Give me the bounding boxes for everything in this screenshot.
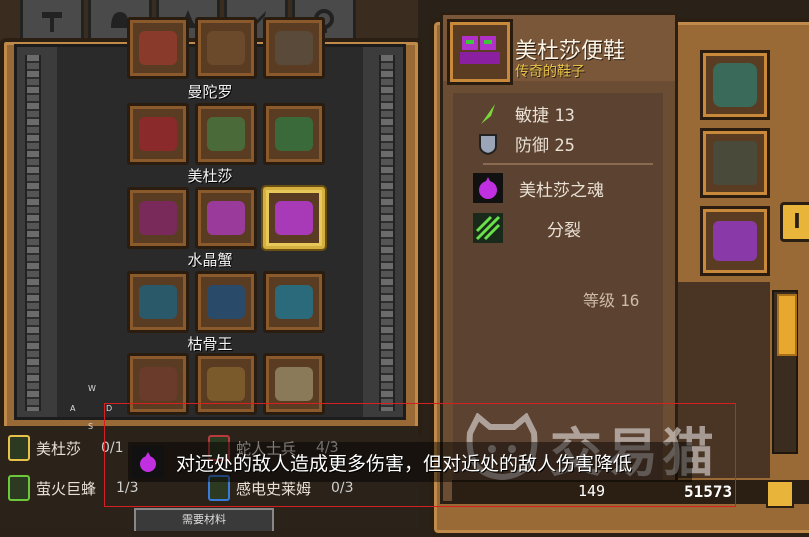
split-arrows-icon [473, 213, 503, 243]
item-slot[interactable] [195, 17, 257, 79]
tooltip-header: 美杜莎便鞋 传奇的鞋子 [443, 15, 675, 85]
feather-icon [481, 103, 495, 124]
chest-armor-icon [713, 141, 757, 185]
item-slot[interactable] [263, 17, 325, 79]
stat-label: 防御 [515, 136, 549, 156]
tooltip-item-icon [447, 19, 513, 85]
key-hint-a: A [70, 404, 76, 413]
level-value: 16 [620, 291, 640, 310]
tooltip-item-rarity: 传奇的鞋子 [515, 64, 585, 80]
item-row-crystal-crab [127, 271, 325, 333]
equipped-helmet-slot[interactable] [700, 50, 770, 120]
item-slot[interactable] [127, 17, 189, 79]
group-label: 美杜莎 [187, 167, 233, 185]
perk-description-caption: 对远处的敌人造成更多伤害，但对近处的敌人伤害降低 [128, 442, 692, 482]
item-row-mandala [127, 103, 325, 165]
item-slot[interactable] [195, 103, 257, 165]
helmet-icon [207, 285, 245, 319]
perk-split: 分裂 [473, 213, 581, 243]
medusa-soul-icon [473, 173, 503, 203]
medusa-soul-icon [140, 452, 156, 472]
boots-icon [275, 117, 313, 151]
need-materials-tab[interactable]: 需要材料 [134, 508, 274, 531]
item-level: 等级 16 [583, 287, 639, 311]
group-label: 曼陀罗 [187, 83, 233, 101]
item-slot[interactable] [195, 271, 257, 333]
chest-armor-icon [139, 117, 177, 151]
perk-label: 美杜莎之魂 [519, 180, 604, 201]
equipped-boots-slot[interactable] [700, 206, 770, 276]
recipe-list[interactable]: 曼陀罗 美杜莎 水晶蟹 枯骨王 [14, 17, 406, 420]
equipped-slots [700, 50, 770, 276]
material-name: 美杜莎 [36, 439, 82, 458]
material-icon [8, 475, 30, 501]
item-row-medusa [127, 187, 325, 249]
hammer-icon [42, 12, 62, 32]
helmet-icon [713, 63, 757, 107]
key-hint-w: W [88, 384, 96, 393]
helmet-icon [207, 117, 245, 151]
item-slot[interactable] [127, 187, 189, 249]
item-row-top-partial [127, 17, 325, 79]
stat-agility: 敏捷 13 [477, 101, 575, 126]
item-slot[interactable] [127, 271, 189, 333]
equipped-armor-slot[interactable] [700, 128, 770, 198]
stat-label: 敏捷 [515, 106, 549, 126]
level-label: 等级 [583, 291, 616, 310]
boots-icon [275, 285, 313, 319]
group-label: 枯骨王 [187, 335, 233, 353]
chest-armor-icon [139, 367, 177, 401]
boots-icon [713, 221, 757, 261]
item-slot[interactable] [127, 103, 189, 165]
recipe-grid: 曼陀罗 美杜莎 水晶蟹 枯骨王 [57, 17, 363, 417]
item-slot[interactable] [195, 187, 257, 249]
gear-icon [275, 31, 313, 65]
item-slot[interactable] [263, 271, 325, 333]
gear-icon [139, 31, 177, 65]
chest-armor-icon [139, 201, 177, 235]
scroll-thumb[interactable] [777, 294, 797, 356]
helmet-icon [207, 367, 245, 401]
chain-decoration-right [379, 55, 395, 411]
item-slot[interactable] [263, 103, 325, 165]
key-hint-s: S [88, 422, 94, 431]
chest-armor-icon [139, 285, 177, 319]
medusa-boots-icon [460, 36, 500, 64]
boots-icon [275, 201, 313, 235]
tooltip-divider [483, 163, 653, 165]
gear-icon [207, 31, 245, 65]
material-icon [8, 435, 30, 461]
perk-medusa-soul: 美杜莎之魂 [473, 173, 604, 203]
stat-defense: 防御 25 [477, 131, 575, 156]
caption-icon [132, 446, 164, 478]
stat-value: 13 [554, 106, 575, 126]
shield-icon [479, 133, 497, 155]
material-name: 萤火巨蜂 [36, 479, 97, 498]
caption-text: 对远处的敌人造成更多伤害，但对近处的敌人伤害降低 [176, 452, 633, 475]
chain-decoration-left [25, 55, 41, 411]
helmet-icon [207, 201, 245, 235]
boots-icon [275, 367, 313, 401]
perk-label: 分裂 [547, 220, 581, 241]
side-tab-button[interactable]: I [780, 202, 809, 242]
group-label: 水晶蟹 [187, 251, 233, 269]
stat-value: 25 [554, 136, 575, 156]
item-slot-selected[interactable] [263, 187, 325, 249]
